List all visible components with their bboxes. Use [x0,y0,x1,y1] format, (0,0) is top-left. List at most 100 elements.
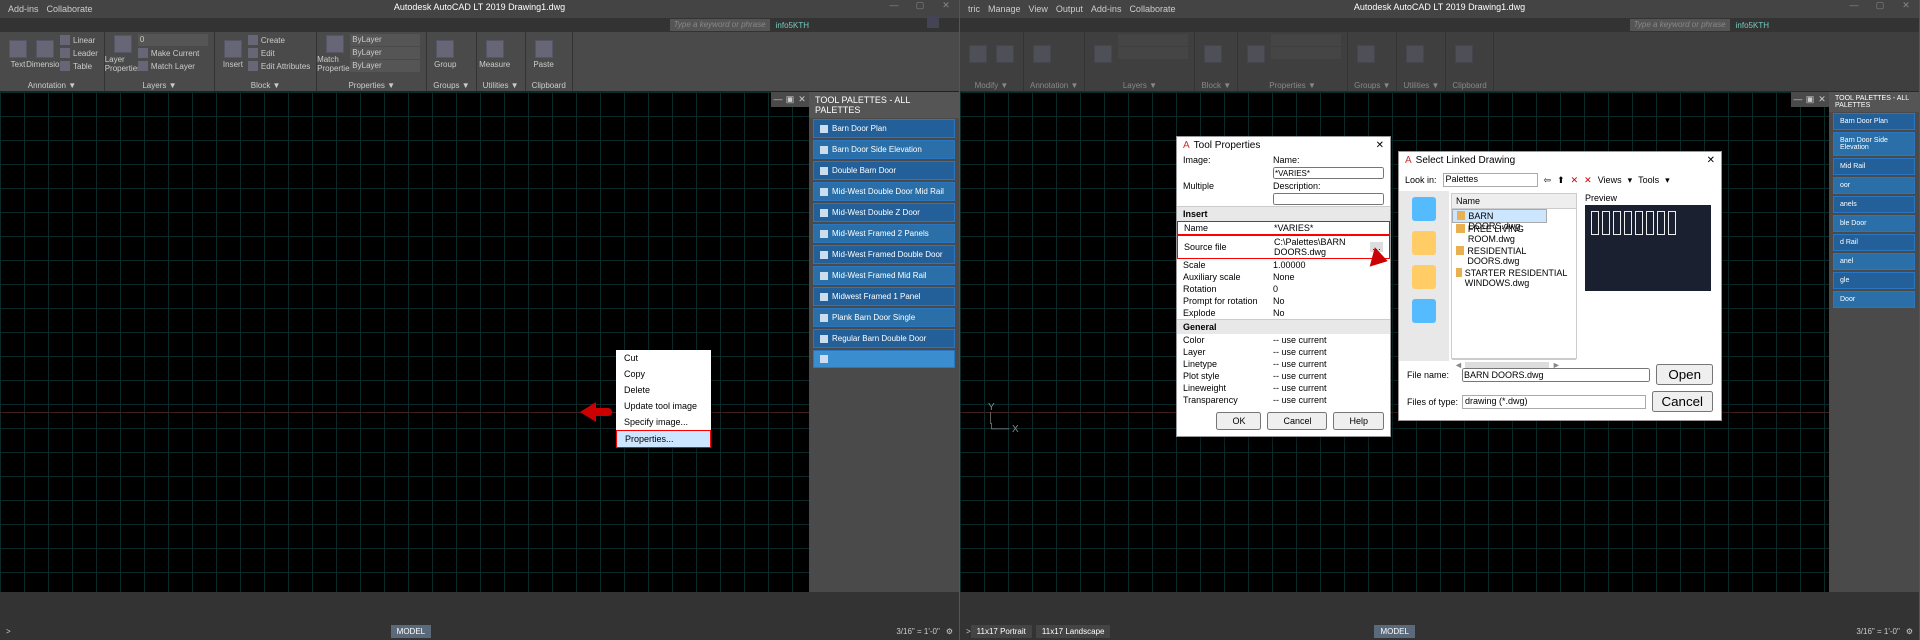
palette-item[interactable]: Door [1833,291,1915,308]
paste-button[interactable]: Paste [532,34,556,74]
properties-panel-label[interactable]: Properties ▼ [323,81,420,90]
help-icon[interactable] [927,16,939,28]
file-list[interactable]: Name BARN DOORS.dwg FREE LIVING ROOM.dwg… [1451,193,1577,359]
match-layer-button[interactable]: Match Layer [138,60,208,72]
lineweight-dropdown[interactable]: ByLayer [350,47,420,59]
groups-panel-label[interactable]: Groups ▼ [433,81,469,90]
description-field[interactable] [1273,193,1384,205]
dimension-button[interactable]: Dimension [33,34,57,74]
documents-icon[interactable] [1412,231,1436,255]
cancel-button[interactable]: Cancel [1652,391,1714,412]
canvas-max-icon[interactable]: ▣ [785,94,795,105]
history-icon[interactable] [1412,197,1436,221]
prop-name[interactable]: *VARIES* [1274,223,1383,233]
palette-item[interactable]: Plank Barn Door Single [813,308,955,327]
user-badge[interactable]: info5KTH [1736,21,1769,30]
model-tab[interactable]: MODEL [391,625,431,638]
linetype-dropdown[interactable]: ByLayer [350,60,420,72]
ctx-specify-image[interactable]: Specify image... [616,414,711,430]
dialog-title[interactable]: ATool Properties✕ [1177,137,1390,154]
back-icon[interactable]: ⇦ [1544,175,1552,186]
help-button[interactable]: Help [1333,412,1384,430]
ctx-update-image[interactable]: Update tool image [616,398,711,414]
layer-properties-button[interactable]: Layer Properties [111,34,135,74]
prop-scale[interactable]: 1.00000 [1273,260,1384,270]
layout-tab[interactable]: 11x17 Portrait [971,625,1032,638]
tab-collaborate[interactable]: Collaborate [47,4,93,14]
prop-prompt[interactable]: No [1273,296,1384,306]
file-item[interactable]: STARTER RESIDENTIAL WINDOWS.dwg [1452,267,1576,289]
tab-addins[interactable]: Add-ins [8,4,39,14]
palette-item[interactable]: oor [1833,177,1915,194]
annotation-scale[interactable]: 3/16" = 1'-0" [1856,627,1899,636]
palette-item[interactable]: Mid-West Framed Double Door [813,245,955,264]
insert-button[interactable]: Insert [221,34,245,74]
palette-item[interactable]: ble Door [1833,215,1915,232]
canvas-min-icon[interactable]: — [1793,94,1803,105]
measure-button[interactable]: Measure [483,34,507,74]
color-dropdown[interactable]: ByLayer [350,34,420,46]
prop-linetype[interactable]: -- use current [1273,359,1384,369]
search-input[interactable]: Type a keyword or phrase [1630,19,1730,31]
palette-item[interactable]: d Rail [1833,234,1915,251]
close-icon[interactable]: ✕ [1376,140,1384,151]
edit-button[interactable]: Edit [248,47,310,59]
newfolder-icon[interactable]: ✕ [1584,175,1592,186]
palette-item[interactable]: Mid Rail [1833,158,1915,175]
palette-item[interactable]: anels [1833,196,1915,213]
tab-parametric[interactable]: tric [968,4,980,14]
prop-rotation[interactable]: 0 [1273,284,1384,294]
ctx-copy[interactable]: Copy [616,366,711,382]
palette-item-selected[interactable] [813,350,955,368]
palette-item[interactable]: Mid-West Framed 2 Panels [813,224,955,243]
layout-tab[interactable]: 11x17 Landscape [1036,625,1111,638]
cancel-button[interactable]: Cancel [1267,412,1327,430]
favorites-icon[interactable] [1412,265,1436,289]
group-button[interactable]: Group [433,34,457,74]
prop-lineweight[interactable]: -- use current [1273,383,1384,393]
search-input[interactable]: Type a keyword or phrase [670,19,770,31]
edit-attributes-button[interactable]: Edit Attributes [248,60,310,72]
annotation-scale[interactable]: 3/16" = 1'-0" [896,627,939,636]
file-item[interactable]: FREE LIVING ROOM.dwg [1452,223,1576,245]
tab-view[interactable]: View [1029,4,1048,14]
prop-plotstyle[interactable]: -- use current [1273,371,1384,381]
canvas-close-icon[interactable]: ✕ [1817,94,1827,105]
file-item[interactable]: RESIDENTIAL DOORS.dwg [1452,245,1576,267]
tab-output[interactable]: Output [1056,4,1083,14]
insert-section[interactable]: Insert [1177,206,1390,221]
desktop-icon[interactable] [1412,299,1436,323]
prop-auxscale[interactable]: None [1273,272,1384,282]
make-current-button[interactable]: Make Current [138,47,208,59]
gear-icon[interactable]: ⚙ [1906,627,1913,636]
up-icon[interactable]: ⬆ [1557,175,1565,186]
ctx-properties[interactable]: Properties... [616,430,711,448]
layer-dropdown[interactable]: 0 [138,34,208,46]
palette-title[interactable]: TOOL PALETTES - ALL PALETTES [809,92,959,118]
palette-item[interactable]: Double Barn Door [813,161,955,180]
lookin-dropdown[interactable]: Palettes [1443,173,1538,187]
palette-item[interactable]: anel [1833,253,1915,270]
general-section[interactable]: General [1177,319,1390,334]
ok-button[interactable]: OK [1216,412,1261,430]
canvas-close-icon[interactable]: ✕ [797,94,807,105]
model-tab[interactable]: MODEL [1374,625,1414,638]
filetype-dropdown[interactable]: drawing (*.dwg) [1462,395,1646,409]
palette-title[interactable]: TOOL PALETTES - ALL PALETTES [1829,92,1919,112]
palette-item[interactable]: Barn Door Side Elevation [1833,132,1915,156]
palette-item[interactable]: Barn Door Plan [813,119,955,138]
palette-item[interactable]: Mid-West Double Door Mid Rail [813,182,955,201]
delete-icon[interactable]: ✕ [1571,175,1579,186]
tools-dropdown[interactable]: Tools [1638,175,1659,185]
tab-manage[interactable]: Manage [988,4,1021,14]
match-properties-button[interactable]: Match Properties [323,34,347,74]
table-button[interactable]: Table [60,60,98,72]
close-icon[interactable]: ✕ [1707,155,1715,166]
drawing-canvas[interactable]: — ▣ ✕ [0,92,809,592]
create-button[interactable]: Create [248,34,310,46]
palette-item[interactable]: gle [1833,272,1915,289]
prop-color[interactable]: -- use current [1273,335,1384,345]
prop-source-file[interactable]: C:\Palettes\BARN DOORS.dwg [1274,237,1370,257]
gear-icon[interactable]: ⚙ [946,627,953,636]
open-button[interactable]: Open [1656,364,1713,385]
